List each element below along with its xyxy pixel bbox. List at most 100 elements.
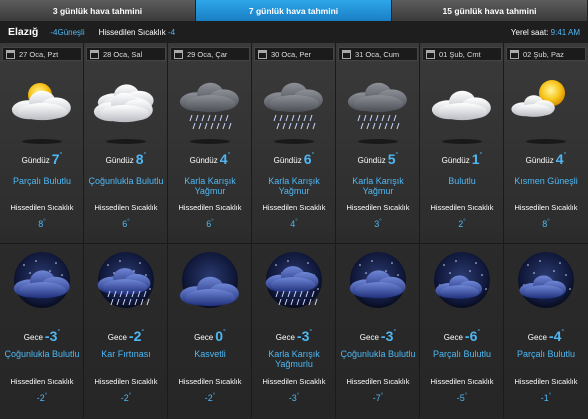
day-label: Gündüz [105,156,134,165]
city-name: Elazığ [8,26,39,38]
night-feels-value: -7° [336,393,420,403]
day-condition: Karla Karışık Yağmur [268,176,320,196]
night-feels-label: Hissedilen Sıcaklık [178,377,242,386]
calendar-icon [6,49,15,59]
day-feels-value: 4° [252,219,336,229]
day-feels-value: 8° [504,219,588,229]
night-feels-label: Hissedilen Sıcaklık [430,377,494,386]
night-feels-temp: -2 [204,393,213,403]
day-column: 31 Oca, Cum Gündüz 5° Karla Karışık Yağmur… [336,43,420,419]
degree-symbol: ° [43,219,46,225]
icon-shadow [274,139,314,144]
day-temp: 8 [135,151,144,167]
date-label: 28 Oca, Sal [103,49,143,59]
tab-7-day[interactable]: 7 günlük hava tahmini [196,0,392,21]
section-divider [84,243,168,244]
day-feels-value: 6° [168,219,252,229]
date-bar: 30 Oca, Per [254,47,334,61]
current-conditions-bar: Elazığ -4 Güneşli Hissedilen Sıcaklık -4… [0,21,588,43]
degree-symbol: ° [212,393,216,399]
day-label: Gündüz [357,156,386,165]
day-condition: Parçalı Bulutlu [12,176,72,186]
calendar-icon [90,49,99,59]
degree-symbol: ° [223,329,226,336]
day-condition: Karla Karışık Yağmur [184,176,236,196]
day-temp-line: Gündüz 8° [84,151,168,167]
day-condition: Karla Karışık Yağmur [352,176,404,196]
night-temp-line: Gece 0° [168,328,252,344]
night-feels-label: Hissedilen Sıcaklık [94,377,158,386]
day-temp: 7 [51,151,60,167]
degree-symbol: ° [57,329,61,336]
night-feels-value: -2° [168,393,252,403]
sleet-cloud-icon [174,75,246,133]
day-label: Gündüz [525,156,554,165]
calendar-icon [174,49,183,59]
tab-3-day[interactable]: 3 günlük hava tahmini [0,0,196,21]
icon-shadow [526,139,566,144]
sleet-cloud-icon [342,75,414,133]
night-label: Gece [23,333,43,342]
calendar-icon [426,49,435,59]
day-condition: Bulutlu [448,176,476,186]
night-label: Gece [275,333,295,342]
night-label: Gece [194,333,214,342]
night-feels-value: -1° [504,393,588,403]
day-label: Gündüz [441,156,470,165]
day-temp: 4 [555,151,564,167]
cloudy-icon [426,75,498,133]
degree-symbol: ° [395,152,399,159]
night-cloudy-moon-icon [342,251,414,309]
date-label: 27 Oca, Pzt [19,49,59,59]
day-label: Gündüz [21,156,50,165]
forecast-grid: 27 Oca, Pzt Gündüz 7° Parçalı Bulutlu Hisse… [0,43,588,419]
degree-symbol: ° [44,393,48,399]
date-bar: 27 Oca, Pzt [2,47,82,61]
day-condition: Çoğunlukla Bulutlu [88,176,164,186]
tab-15-day[interactable]: 15 günlük hava tahmini [392,0,588,21]
day-temp: 5 [387,151,396,167]
night-partly-cloudy-icon [510,251,582,309]
local-time: 9:41 AM [550,27,580,37]
icon-shadow [190,139,230,144]
night-feels-label: Hissedilen Sıcaklık [10,377,74,386]
partly-sunny-icon [510,75,582,133]
night-feels-label: Hissedilen Sıcaklık [262,377,326,386]
day-feels-label: Hissedilen Sıcaklık [346,203,410,212]
current-temp: -4 [50,27,58,37]
night-sleet-icon [258,251,330,309]
icon-shadow [106,139,146,144]
degree-symbol: ° [141,329,145,336]
degree-symbol: ° [128,393,132,399]
section-divider [420,243,504,244]
degree-symbol: ° [296,393,300,399]
night-temp: -2 [128,328,142,344]
section-divider [0,243,84,244]
day-feels-value: 3° [336,219,420,229]
day-label: Gündüz [273,156,302,165]
night-label: Gece [359,333,379,342]
day-feels-label: Hissedilen Sıcaklık [94,203,158,212]
date-bar: 29 Oca, Çar [170,47,250,61]
degree-symbol: ° [563,152,567,159]
day-column: 28 Oca, Sal Gündüz 8° Çoğunlukla Bulutlu Hi… [84,43,168,419]
night-partly-cloudy-icon [426,251,498,309]
night-temp-line: Gece -4° [504,328,588,344]
degree-symbol: ° [127,219,130,225]
degree-symbol: ° [295,219,298,225]
day-temp-line: Gündüz 4° [168,151,252,167]
date-label: 01 Şub, Cmt [439,49,481,59]
day-feels-label: Hissedilen Sıcaklık [10,203,74,212]
day-feels-value: 6° [84,219,168,229]
day-column: 29 Oca, Çar Gündüz 4° Karla Karışık Yağmur… [168,43,252,419]
day-temp-line: Gündüz 1° [420,151,504,167]
night-condition: Parçalı Bulutlu [516,349,576,359]
date-label: 02 Şub, Paz [523,49,564,59]
night-feels-value: -3° [252,393,336,403]
night-label: Gece [107,333,127,342]
day-feels-value: 8° [0,219,84,229]
degree-symbol: ° [464,393,468,399]
night-temp: -6 [464,328,478,344]
icon-shadow [442,139,482,144]
night-snowstorm-icon [90,251,162,309]
